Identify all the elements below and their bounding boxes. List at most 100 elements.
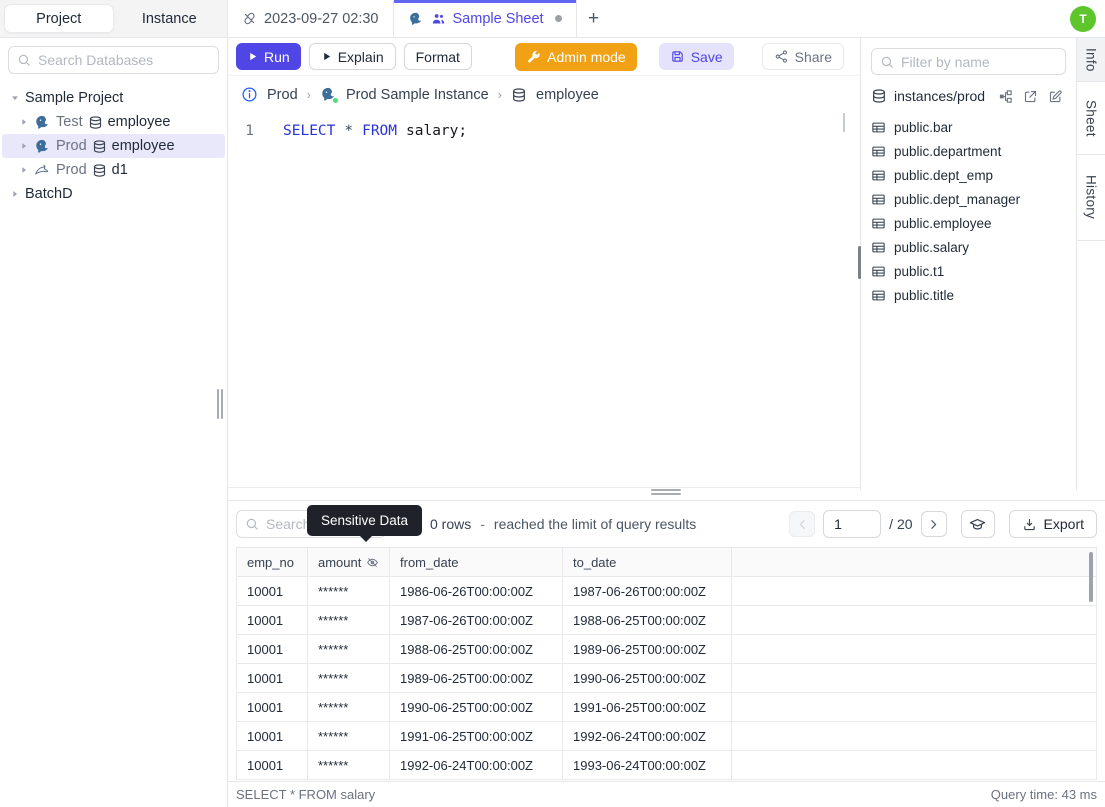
tree-item-test-employee[interactable]: Test employee [2, 110, 225, 134]
database-name: employee [111, 138, 175, 154]
cell-amount-masked[interactable]: ****** [307, 605, 390, 635]
breadcrumb-instance[interactable]: Prod Sample Instance [346, 87, 489, 103]
cell-amount-masked[interactable]: ****** [307, 634, 390, 664]
cell-from-date[interactable]: 1992-06-24T00:00:00Z [389, 750, 563, 780]
cell-amount-masked[interactable]: ****** [307, 663, 390, 693]
database-icon [89, 115, 101, 129]
schema-diagram-icon[interactable] [998, 89, 1013, 104]
search-databases-input[interactable] [8, 46, 219, 74]
info-circle-icon[interactable] [241, 86, 258, 103]
results-table: emp_no amount from_date to_date 10001 **… [236, 547, 1097, 780]
share-icon [775, 50, 787, 63]
results-scrollbar[interactable] [1089, 552, 1093, 602]
cell-amount-masked[interactable]: ****** [307, 576, 390, 606]
tab-instance[interactable]: Instance [116, 4, 224, 33]
rail-tab-sheet[interactable]: Sheet [1077, 82, 1105, 155]
table-list-item[interactable]: public.department [871, 139, 1066, 163]
column-header-from-date[interactable]: from_date [389, 547, 563, 577]
rail-tab-info[interactable]: Info [1077, 38, 1105, 82]
cell-from-date[interactable]: 1989-06-25T00:00:00Z [389, 663, 563, 693]
page-number-input[interactable] [823, 510, 882, 538]
cell-emp-no[interactable]: 10001 [236, 634, 308, 664]
eye-off-icon[interactable] [366, 556, 379, 569]
table-name: public.bar [894, 119, 953, 135]
connection-row: instances/prod [871, 88, 1066, 104]
result-row[interactable]: 10001 ****** 1991-06-25T00:00:00Z 1992-0… [236, 721, 1097, 751]
next-page-button[interactable] [920, 511, 947, 537]
external-link-icon[interactable] [1023, 89, 1038, 104]
mysql-icon [35, 164, 49, 175]
results-resize-handle[interactable] [651, 489, 681, 496]
column-header-amount[interactable]: amount [307, 547, 390, 577]
cell-to-date[interactable]: 1990-06-25T00:00:00Z [562, 663, 732, 693]
share-button[interactable]: Share [761, 43, 844, 70]
prev-page-button[interactable] [789, 511, 816, 537]
tree-item-prod-d1[interactable]: Prod d1 [2, 158, 225, 182]
cell-emp-no[interactable]: 10001 [236, 605, 308, 635]
tree-item-batchd[interactable]: BatchD [2, 182, 225, 206]
cell-amount-masked[interactable]: ****** [307, 692, 390, 722]
search-databases-field[interactable] [38, 52, 210, 68]
result-row[interactable]: 10001 ****** 1990-06-25T00:00:00Z 1991-0… [236, 692, 1097, 722]
cell-from-date[interactable]: 1991-06-25T00:00:00Z [389, 721, 563, 751]
chevron-right-icon [931, 519, 937, 529]
cell-amount-masked[interactable]: ****** [307, 750, 390, 780]
admin-mode-button[interactable]: Admin mode [515, 42, 637, 71]
cell-emp-no[interactable]: 10001 [236, 576, 308, 606]
tab-sample-sheet[interactable]: Sample Sheet [393, 0, 577, 37]
run-button[interactable]: Run [236, 43, 301, 70]
tree-item-sample-project[interactable]: Sample Project [2, 86, 225, 110]
cell-from-date[interactable]: 1988-06-25T00:00:00Z [389, 634, 563, 664]
table-list-item[interactable]: public.dept_emp [871, 163, 1066, 187]
tab-query-history[interactable]: 2023-09-27 02:30 [228, 0, 394, 37]
table-list-item[interactable]: public.title [871, 283, 1066, 307]
user-avatar[interactable]: T [1070, 5, 1096, 32]
result-row[interactable]: 10001 ****** 1989-06-25T00:00:00Z 1990-0… [236, 663, 1097, 693]
cell-to-date[interactable]: 1987-06-26T00:00:00Z [562, 576, 732, 606]
edit-icon[interactable] [1048, 89, 1063, 104]
sidebar-resize-handle[interactable] [217, 389, 224, 419]
column-header-to-date[interactable]: to_date [562, 547, 732, 577]
cell-to-date[interactable]: 1989-06-25T00:00:00Z [562, 634, 732, 664]
table-list-item[interactable]: public.dept_manager [871, 187, 1066, 211]
table-list-item[interactable]: public.employee [871, 211, 1066, 235]
panel-resize-grip[interactable] [858, 246, 861, 279]
cell-from-date[interactable]: 1987-06-26T00:00:00Z [389, 605, 563, 635]
format-button[interactable]: Format [403, 43, 472, 70]
schema-panel: instances/prod public.bar public.departm… [860, 38, 1076, 490]
filter-by-name-input[interactable] [871, 48, 1066, 75]
table-list-item[interactable]: public.bar [871, 115, 1066, 139]
breadcrumb-database[interactable]: employee [536, 87, 599, 103]
result-row[interactable]: 10001 ****** 1988-06-25T00:00:00Z 1989-0… [236, 634, 1097, 664]
column-header-emp-no[interactable]: emp_no [236, 547, 308, 577]
table-icon [872, 242, 885, 252]
cell-to-date[interactable]: 1988-06-25T00:00:00Z [562, 605, 732, 635]
cell-emp-no[interactable]: 10001 [236, 750, 308, 780]
data-masking-button[interactable] [960, 510, 995, 538]
cell-to-date[interactable]: 1991-06-25T00:00:00Z [562, 692, 732, 722]
cell-emp-no[interactable]: 10001 [236, 721, 308, 751]
result-row[interactable]: 10001 ****** 1992-06-24T00:00:00Z 1993-0… [236, 750, 1097, 780]
filter-by-name-field[interactable] [901, 53, 1057, 70]
new-tab-button[interactable]: + [577, 0, 611, 37]
editor-scrollbar[interactable] [843, 113, 845, 132]
cell-emp-no[interactable]: 10001 [236, 692, 308, 722]
cell-amount-masked[interactable]: ****** [307, 721, 390, 751]
cell-from-date[interactable]: 1990-06-25T00:00:00Z [389, 692, 563, 722]
explain-button[interactable]: Explain [308, 43, 396, 70]
table-list-item[interactable]: public.salary [871, 235, 1066, 259]
result-row[interactable]: 10001 ****** 1987-06-26T00:00:00Z 1988-0… [236, 605, 1097, 635]
cell-to-date[interactable]: 1992-06-24T00:00:00Z [562, 721, 732, 751]
rail-tab-history[interactable]: History [1077, 155, 1105, 241]
tree-item-prod-employee[interactable]: Prod employee [2, 134, 225, 158]
save-button[interactable]: Save [658, 43, 734, 70]
table-list-item[interactable]: public.t1 [871, 259, 1066, 283]
breadcrumb-environment[interactable]: Prod [267, 87, 298, 103]
tab-project[interactable]: Project [4, 4, 114, 33]
cell-emp-no[interactable]: 10001 [236, 663, 308, 693]
export-button[interactable]: Export [1008, 510, 1097, 538]
sql-code-editor[interactable]: 1 SELECT * FROM salary; [228, 113, 860, 480]
cell-from-date[interactable]: 1986-06-26T00:00:00Z [389, 576, 563, 606]
result-row[interactable]: 10001 ****** 1986-06-26T00:00:00Z 1987-0… [236, 576, 1097, 606]
cell-to-date[interactable]: 1993-06-24T00:00:00Z [562, 750, 732, 780]
